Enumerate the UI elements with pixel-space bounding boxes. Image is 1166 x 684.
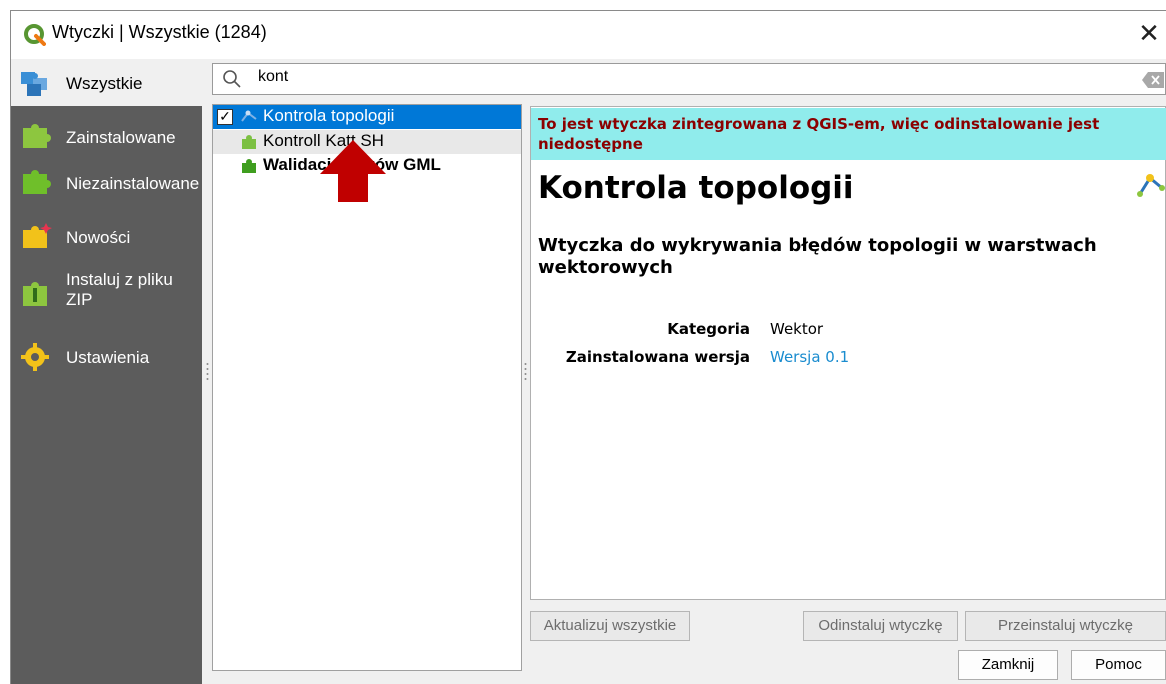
window-title: Wtyczki | Wszystkie (1284) — [52, 22, 267, 42]
search-value: kont — [258, 68, 289, 85]
sidebar-item-label: Nowości — [66, 228, 131, 247]
installed-version-label: Zainstalowana wersja — [565, 348, 750, 366]
help-button[interactable]: Pomoc — [1071, 650, 1166, 680]
sidebar-item-label: Niezainstalowane — [66, 174, 200, 193]
sidebar-item-settings[interactable]: Ustawienia — [11, 340, 202, 380]
topology-checker-icon — [241, 110, 257, 122]
annotation-arrow-icon — [320, 140, 386, 202]
search-icon — [223, 70, 241, 88]
sidebar-item-label: Instaluj z pliku ZIP — [66, 270, 173, 309]
puzzle-zip-icon — [23, 282, 47, 306]
gear-icon — [21, 343, 49, 371]
puzzle-green-icon — [242, 135, 256, 149]
sidebar-item-label: Ustawienia — [66, 348, 150, 367]
sidebar-item-installed[interactable]: Zainstalowane — [11, 120, 202, 160]
search-input[interactable] — [212, 63, 1166, 95]
sidebar-item-new[interactable]: Nowości — [11, 220, 202, 260]
sidebar-item-all[interactable]: Wszystkie — [11, 60, 202, 106]
close-icon[interactable]: ✕ — [1132, 16, 1166, 50]
puzzle-green-icon — [23, 124, 51, 148]
sidebar-item-label: Wszystkie — [66, 74, 143, 93]
plugin-enabled-checkbox[interactable]: ✓ — [217, 109, 233, 125]
reinstall-plugin-button[interactable]: Przeinstaluj wtyczkę — [965, 611, 1166, 641]
close-button[interactable]: Zamknij — [958, 650, 1058, 680]
plugin-description: Wtyczka do wykrywania błędów topologii w… — [538, 235, 1097, 278]
category-label: Kategoria — [667, 320, 750, 338]
puzzle-green-icon — [23, 170, 51, 194]
plugin-title: Kontrola topologii — [538, 170, 854, 206]
category-value: Wektor — [770, 320, 824, 338]
sidebar-item-install-zip[interactable]: Instaluj z pliku ZIP — [11, 268, 202, 318]
plugin-name: Kontrola topologii — [263, 106, 395, 125]
puzzle-new-icon — [23, 223, 52, 248]
sidebar-item-not-installed[interactable]: Niezainstalowane — [11, 166, 202, 206]
sidebar: Wszystkie Zainstalowane Niezainstalowane… — [11, 60, 202, 684]
puzzle-multi-icon — [21, 72, 47, 96]
splitter-handle[interactable] — [524, 360, 527, 384]
clear-search-icon[interactable] — [1142, 72, 1164, 88]
uninstall-plugin-button[interactable]: Odinstaluj wtyczkę — [803, 611, 958, 641]
upgrade-all-button[interactable]: Aktualizuj wszystkie — [530, 611, 690, 641]
sidebar-item-label: Zainstalowane — [66, 128, 176, 147]
splitter-handle[interactable] — [206, 360, 209, 384]
plugin-list-item[interactable]: ✓ Kontrola topologii — [213, 105, 521, 129]
topology-checker-icon — [1137, 174, 1165, 197]
installed-version-value: Wersja 0.1 — [770, 348, 850, 366]
info-banner-text: To jest wtyczka zintegrowana z QGIS-em, … — [538, 115, 1100, 153]
qgis-logo-icon — [24, 24, 46, 46]
puzzle-green-icon — [242, 159, 256, 173]
